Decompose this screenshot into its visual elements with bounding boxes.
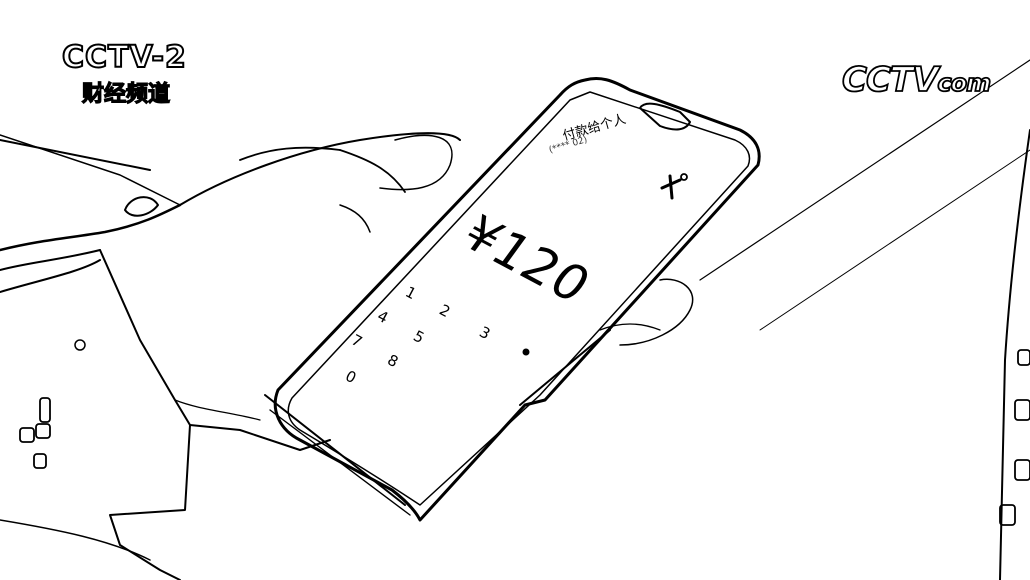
cctv2-channel-logo: CCTV-2 [61, 39, 187, 76]
cctv-com-watermark: CCTVcom [841, 59, 993, 101]
cctv2-channel-subtitle: 财经频道 [81, 81, 171, 107]
cctv-watermark-suffix: com [937, 68, 993, 98]
cctv-watermark-text: CCTV [841, 59, 939, 101]
